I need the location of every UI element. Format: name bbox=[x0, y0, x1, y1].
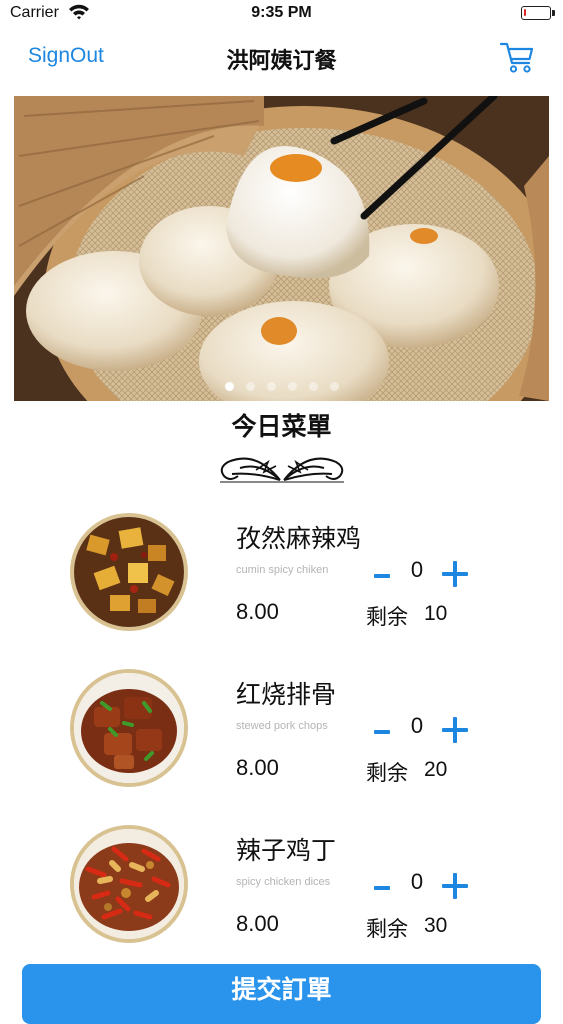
dish-english-name: stewed pork chops bbox=[236, 720, 328, 732]
stock-count: 30 bbox=[424, 914, 448, 937]
carousel-dot[interactable] bbox=[329, 382, 339, 391]
increase-quantity-button[interactable] bbox=[442, 873, 468, 899]
dish-english-name: spicy chicken dices bbox=[236, 876, 331, 888]
submit-order-button[interactable]: 提交訂單 bbox=[22, 964, 541, 1024]
stock-count: 10 bbox=[424, 602, 448, 625]
increase-quantity-button[interactable] bbox=[442, 561, 468, 587]
carousel-dot[interactable] bbox=[266, 382, 276, 391]
decrease-quantity-button[interactable] bbox=[372, 719, 392, 743]
dish-name: 红烧排骨 bbox=[236, 680, 337, 709]
quantity-value: 0 bbox=[410, 557, 424, 582]
banner-image bbox=[14, 96, 549, 401]
battery-icon bbox=[521, 6, 551, 20]
dish-image bbox=[70, 669, 188, 787]
banner-carousel[interactable] bbox=[14, 96, 549, 401]
dish-item: 红烧排骨 stewed pork chops 0 8.00 剩余 20 bbox=[0, 669, 563, 819]
battery-level-fill bbox=[524, 9, 526, 16]
dish-price: 8.00 bbox=[236, 599, 279, 624]
carousel-dot[interactable] bbox=[245, 382, 255, 391]
stock-count: 20 bbox=[424, 758, 448, 781]
increase-quantity-button[interactable] bbox=[442, 717, 468, 743]
dish-price: 8.00 bbox=[236, 755, 279, 780]
dish-price: 8.00 bbox=[236, 911, 279, 936]
dish-english-name: cumin spicy chiken bbox=[236, 564, 329, 576]
carousel-page-indicator[interactable] bbox=[14, 382, 549, 391]
carousel-dot[interactable] bbox=[224, 382, 234, 391]
dish-image bbox=[70, 825, 188, 943]
carousel-dot[interactable] bbox=[308, 382, 318, 391]
quantity-value: 0 bbox=[410, 869, 424, 894]
ornament-divider-icon bbox=[220, 457, 344, 483]
stock-label: 剩余 bbox=[366, 917, 408, 941]
menu-title: 今日菜單 bbox=[231, 412, 332, 441]
cart-icon[interactable] bbox=[498, 38, 536, 76]
carousel-dot[interactable] bbox=[287, 382, 297, 391]
stock-label: 剩余 bbox=[366, 605, 408, 629]
dish-image bbox=[70, 513, 188, 631]
decrease-quantity-button[interactable] bbox=[372, 563, 392, 587]
quantity-value: 0 bbox=[410, 713, 424, 738]
status-bar: Carrier 9:35 PM bbox=[0, 0, 563, 30]
status-time: 9:35 PM bbox=[251, 4, 312, 21]
navigation-bar: SignOut 洪阿姨订餐 bbox=[0, 30, 563, 88]
dish-name: 孜然麻辣鸡 bbox=[236, 524, 362, 553]
dish-name: 辣子鸡丁 bbox=[236, 836, 337, 865]
decrease-quantity-button[interactable] bbox=[372, 875, 392, 899]
dish-item: 孜然麻辣鸡 cumin spicy chiken 0 8.00 剩余 10 bbox=[0, 513, 563, 663]
battery-tip bbox=[552, 10, 555, 16]
dish-item: 辣子鸡丁 spicy chicken dices 0 8.00 剩余 30 bbox=[0, 825, 563, 975]
stock-label: 剩余 bbox=[366, 761, 408, 785]
page-title: 洪阿姨订餐 bbox=[226, 49, 337, 74]
